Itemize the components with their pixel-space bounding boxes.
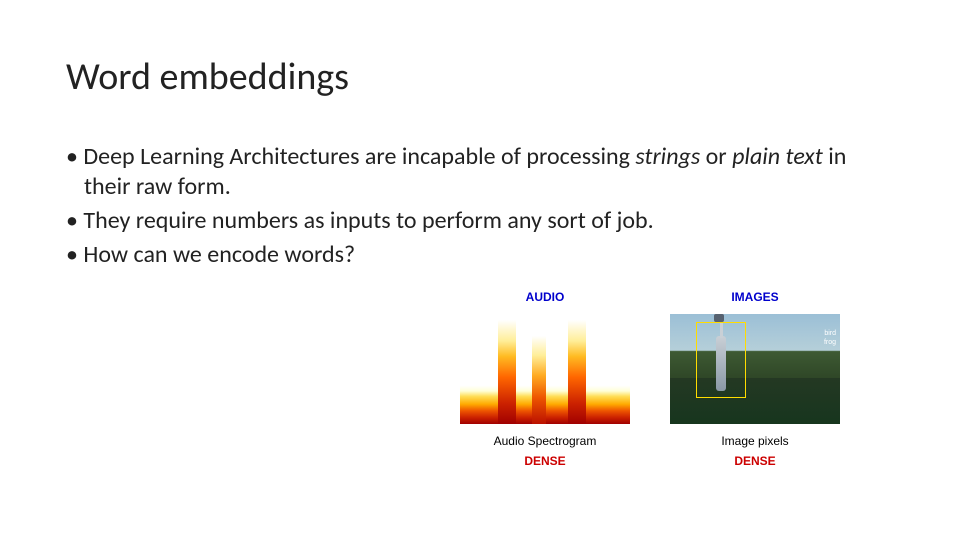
figure-images: IMAGES bird frog Image pixels DENSE	[670, 290, 840, 468]
bullet-list: Deep Learning Architectures are incapabl…	[66, 142, 894, 270]
bullet-1-em-strings: strings	[635, 142, 700, 171]
bullet-3: How can we encode words?	[66, 240, 894, 270]
bullet-1: Deep Learning Architectures are incapabl…	[66, 142, 894, 202]
image-label-frog: frog	[824, 339, 836, 347]
slide: Word embeddings Deep Learning Architectu…	[0, 0, 960, 540]
bullet-1-text-a: Deep Learning Architectures are incapabl…	[83, 142, 635, 171]
slide-title: Word embeddings	[66, 54, 894, 100]
image-label-bird: bird	[824, 330, 836, 338]
figure-audio-caption: Audio Spectrogram	[494, 434, 597, 448]
figure-audio: AUDIO Audio Spectrogram DENSE	[460, 290, 630, 468]
figure-images-caption: Image pixels	[721, 434, 788, 448]
figure-audio-header: AUDIO	[526, 290, 565, 304]
bullet-2: They require numbers as inputs to perfor…	[66, 206, 894, 236]
image-pixels-image: bird frog	[670, 314, 840, 424]
bullet-1-em-plaintext: plain text	[732, 142, 823, 171]
bounding-box	[696, 322, 746, 398]
figure-images-dense: DENSE	[734, 454, 775, 468]
figure-audio-dense: DENSE	[524, 454, 565, 468]
bullet-1-text-b: or	[700, 142, 732, 171]
figure-images-header: IMAGES	[731, 290, 778, 304]
figure-row: AUDIO Audio Spectrogram DENSE IMAGES bir…	[460, 290, 930, 468]
audio-spectrogram-image	[460, 314, 630, 424]
